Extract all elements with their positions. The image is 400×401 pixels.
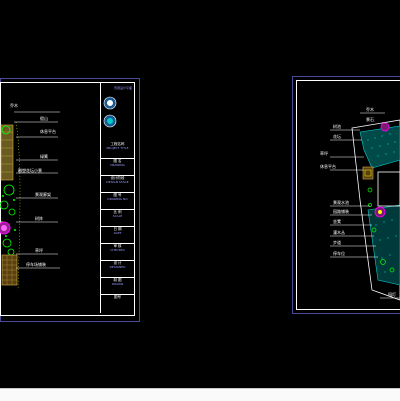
hatched-lower-area: [367, 204, 400, 286]
callout-right-path-paving: 园路铺装: [333, 209, 349, 214]
callout-right-stone: 景石: [366, 117, 374, 122]
hatched-planting-area: [359, 125, 400, 169]
callout-right-trees: 乔木: [366, 107, 374, 112]
callout-right-shrubs: 灌木丛: [333, 230, 345, 235]
feature-tree-magenta: [380, 122, 390, 132]
status-bar: [0, 388, 400, 401]
building-footprint: [377, 171, 400, 207]
callout-right-parking: 停车位: [333, 251, 345, 256]
paving-patch: [362, 166, 374, 180]
callout-right-tree-pit: 树池: [333, 124, 341, 129]
callout-right-bench: 坐凳: [333, 219, 341, 224]
callout-right-lamp: 园灯: [388, 292, 396, 297]
callout-right-lawn: 草坪: [320, 151, 328, 156]
callout-right-flowerbed: 花坛: [333, 134, 341, 139]
callout-right-pool: 景观水池: [333, 200, 349, 205]
callout-right-platform: 休息平台: [320, 164, 336, 169]
callout-right-walkway: 步道: [333, 240, 341, 245]
